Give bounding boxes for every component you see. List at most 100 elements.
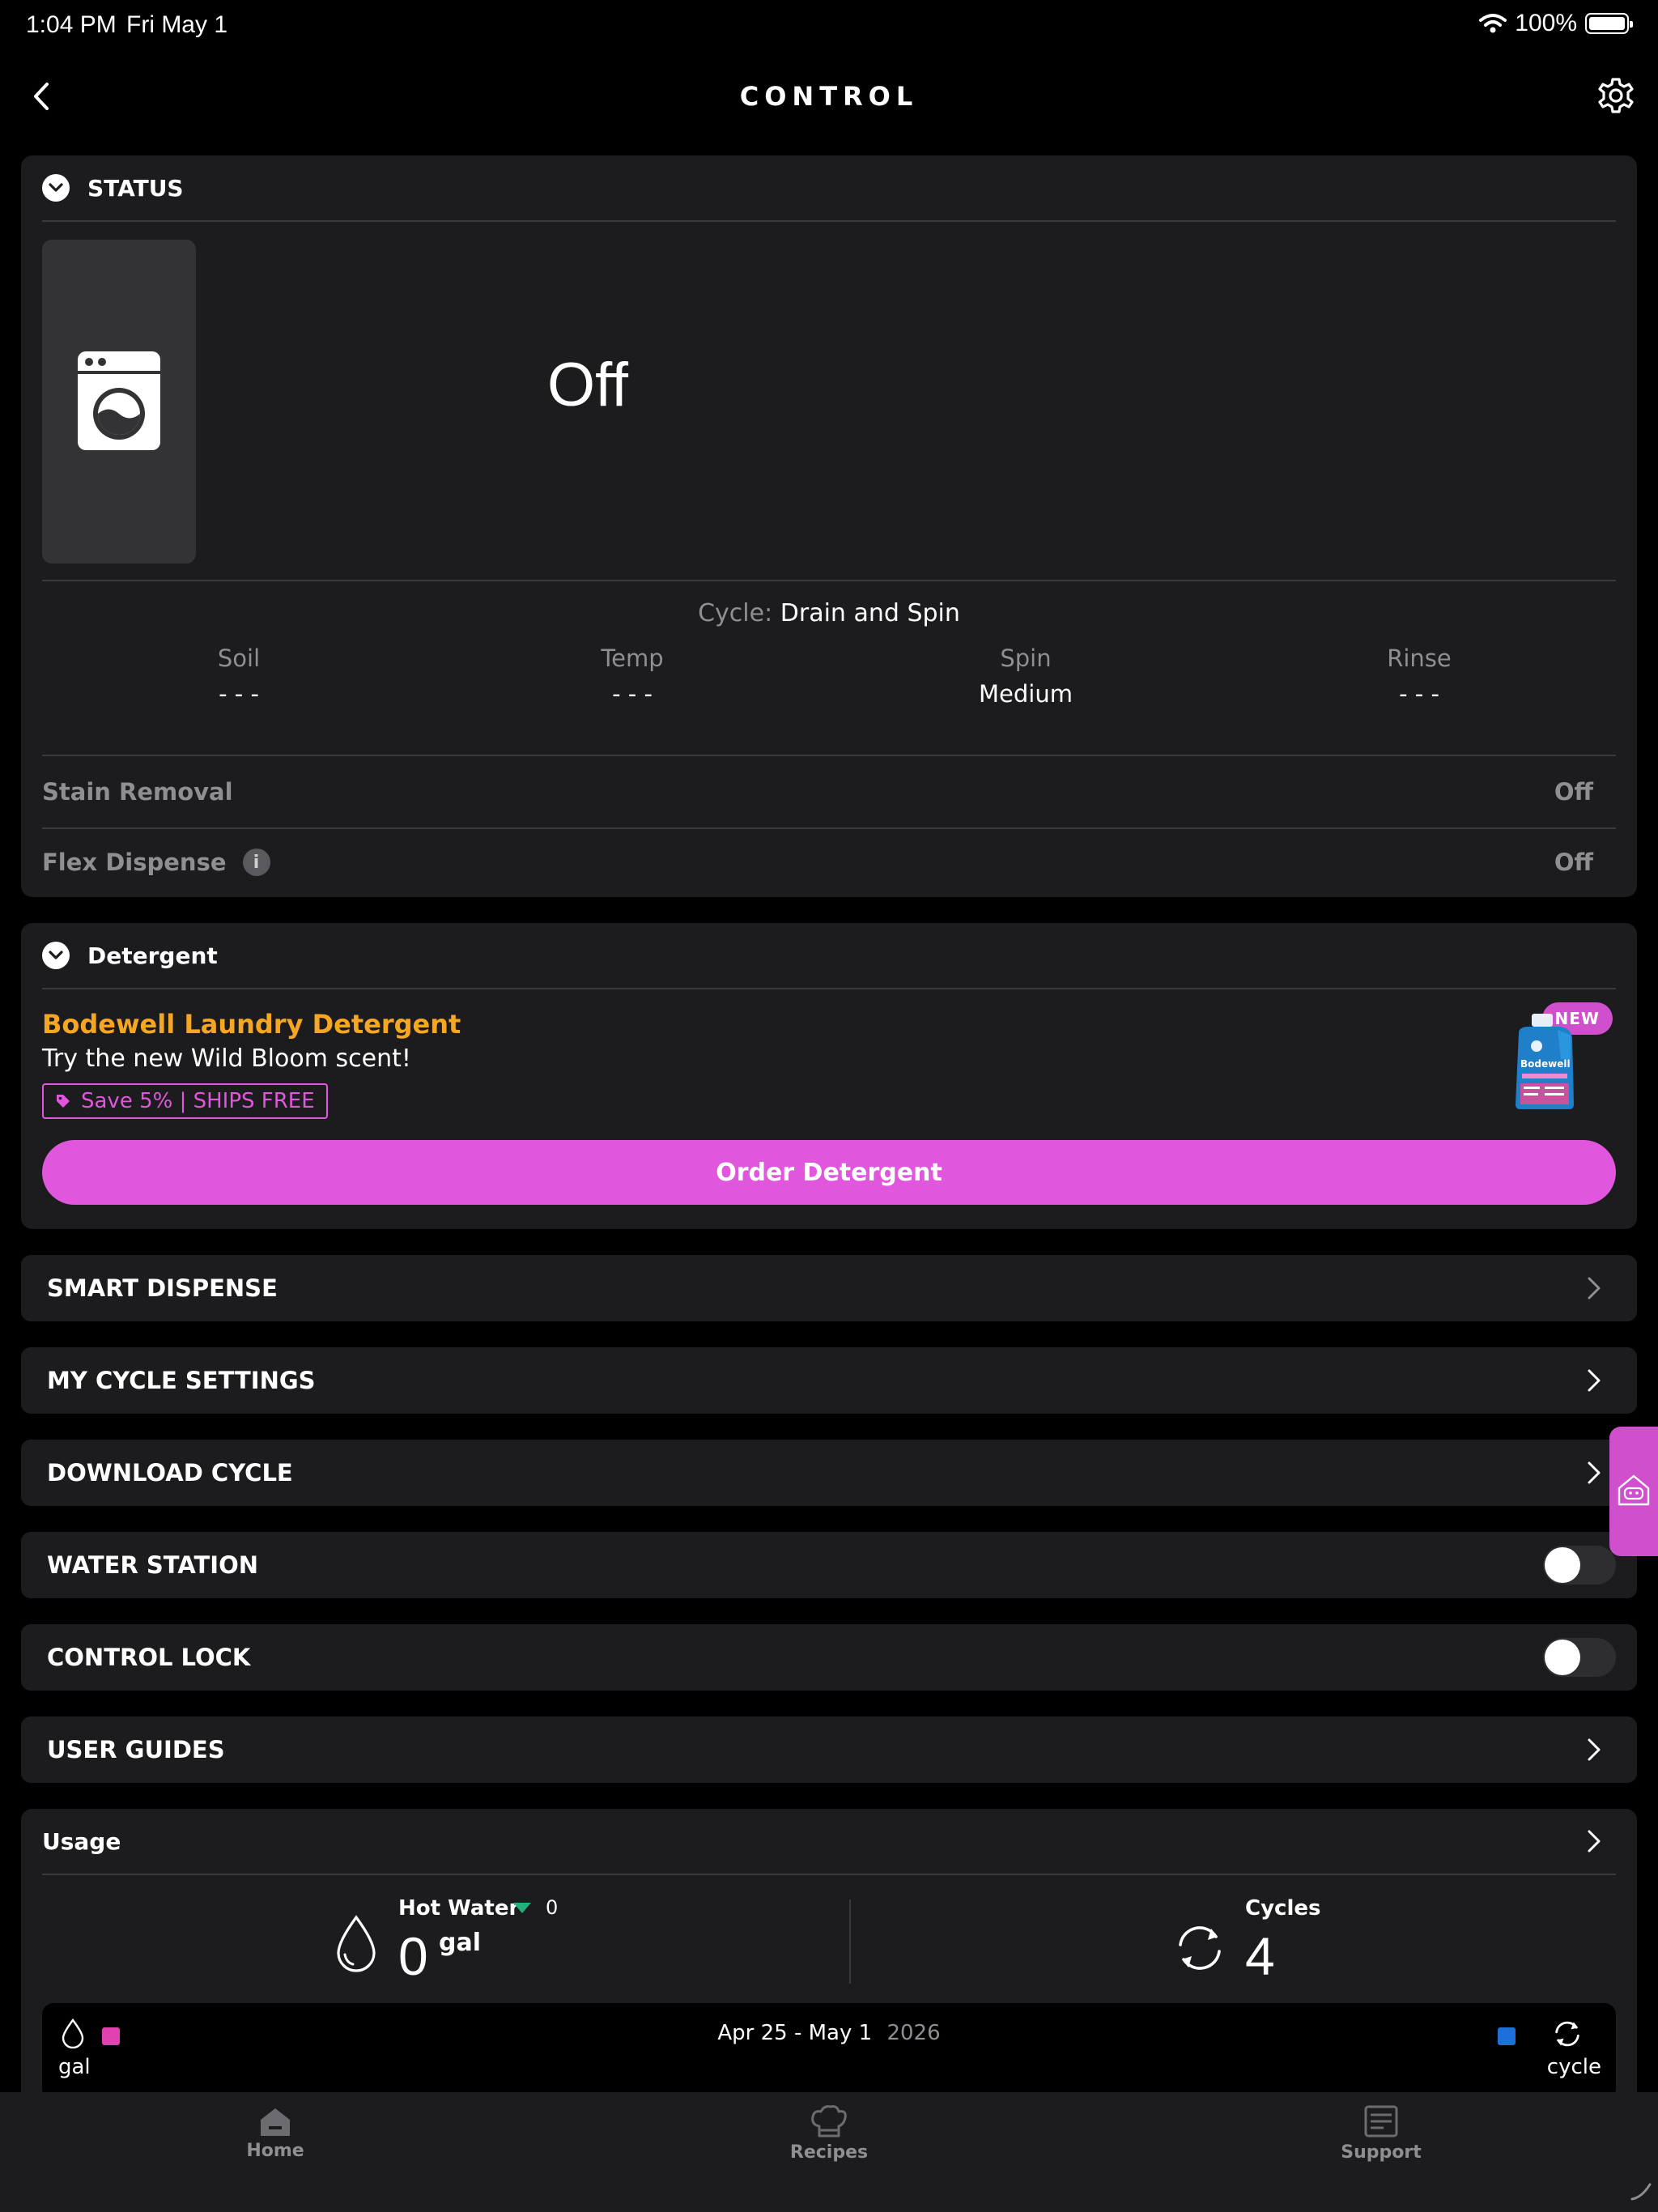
page-title: CONTROL (739, 81, 919, 112)
tab-recipes-label: Recipes (789, 2142, 869, 2163)
water-station-row: WATER STATION (21, 1532, 1637, 1598)
gear-icon[interactable] (1595, 74, 1637, 117)
tab-support-label: Support (1341, 2142, 1422, 2163)
metric-soil: Soil - - - (42, 644, 436, 708)
legend-swatch-cycles (1498, 2027, 1516, 2045)
metric-label: Soil (217, 644, 261, 672)
user-guides-label: USER GUIDES (47, 1736, 225, 1763)
resize-handle-icon[interactable] (1629, 2178, 1653, 2202)
flex-dispense-value: Off (1554, 849, 1593, 876)
detergent-card: Detergent Bodewell Laundry Detergent Try… (21, 923, 1637, 1229)
metric-temp: Temp - - - (436, 644, 829, 708)
cycle-prefix: Cycle: (698, 599, 773, 627)
chevron-right-icon (1588, 1830, 1601, 1853)
usage-stats: Hot Water 0 0 gal Cycles 4 (42, 1890, 1616, 2011)
metric-label: Rinse (1387, 644, 1452, 672)
stain-removal-value: Off (1554, 778, 1593, 806)
tab-support[interactable]: Support (1300, 2105, 1462, 2163)
chat-assistant-tab[interactable] (1609, 1427, 1658, 1556)
hot-water-unit: gal (439, 1929, 482, 1957)
stain-removal-row: Stain Removal Off (42, 756, 1616, 827)
smart-dispense-label: SMART DISPENSE (47, 1274, 278, 1302)
cycle-metrics: Soil - - - Temp - - - Spin Medium Rinse … (42, 644, 1616, 708)
detergent-bottle-image[interactable]: Bodewell (1512, 1014, 1577, 1111)
metric-label: Temp (601, 644, 664, 672)
status-date: Fri May 1 (126, 11, 228, 38)
hot-water-value: 0 (398, 1926, 428, 1986)
cycle-value: Drain and Spin (780, 599, 960, 627)
date-range-year: 2026 (886, 2021, 941, 2045)
metric-value: - - - (219, 680, 259, 708)
machine-state-text: Off (547, 351, 628, 419)
promo-tag-text: Save 5% | SHIPS FREE (81, 1089, 315, 1113)
metric-value: - - - (1399, 680, 1439, 708)
tab-recipes[interactable]: Recipes (748, 2105, 910, 2163)
my-cycle-settings-row[interactable]: MY CYCLE SETTINGS (21, 1347, 1637, 1414)
hot-water-change: 0 (546, 1896, 559, 1919)
battery-percent: 100% (1515, 10, 1577, 36)
cycles-value: 4 (1245, 1926, 1275, 1986)
chevron-right-icon (1588, 1738, 1601, 1761)
metric-spin: Spin Medium (829, 644, 1222, 708)
usage-card: Usage Hot Water 0 0 gal Cycles 4 gal Apr… (21, 1809, 1637, 2092)
battery-icon (1585, 13, 1633, 34)
water-drop-icon (337, 1915, 376, 1972)
support-document-icon (1364, 2105, 1398, 2138)
cycle-line: Cycle: Drain and Spin (21, 599, 1637, 627)
right-axis-unit: cycle (1546, 2055, 1601, 2079)
control-lock-row: CONTROL LOCK (21, 1624, 1637, 1691)
date-range-text: Apr 25 - May 1 (717, 2021, 873, 2045)
order-detergent-button[interactable]: Order Detergent (42, 1140, 1616, 1205)
control-lock-label: CONTROL LOCK (47, 1644, 251, 1671)
tab-home[interactable]: Home (194, 2105, 356, 2161)
usage-section-header[interactable]: Usage (42, 1809, 1616, 1875)
washer-icon (78, 351, 160, 450)
washer-image-tile (42, 240, 196, 564)
wifi-icon (1479, 14, 1507, 33)
metric-label: Spin (1000, 644, 1052, 672)
status-section-header[interactable]: STATUS (42, 155, 1616, 222)
trend-down-icon (513, 1903, 531, 1913)
smart-dispense-row[interactable]: SMART DISPENSE (21, 1255, 1637, 1321)
my-cycle-settings-label: MY CYCLE SETTINGS (47, 1367, 316, 1394)
left-axis-unit: gal (58, 2055, 91, 2079)
user-guides-row[interactable]: USER GUIDES (21, 1716, 1637, 1783)
chevron-down-icon[interactable] (42, 174, 70, 202)
cycles-label: Cycles (1245, 1896, 1321, 1921)
water-station-toggle[interactable] (1543, 1546, 1616, 1585)
toggle-knob (1545, 1547, 1580, 1583)
status-time: 1:04 PM (26, 11, 117, 38)
cycle-refresh-icon (1179, 1926, 1221, 1970)
usage-chart: gal Apr 25 - May 1 2026 cycle (42, 2003, 1616, 2092)
chat-home-icon (1618, 1474, 1650, 1506)
divider (42, 580, 1616, 581)
promo-tag: Save 5% | SHIPS FREE (42, 1083, 328, 1119)
detergent-brand: Bodewell Laundry Detergent (42, 1009, 461, 1040)
toggle-knob (1545, 1640, 1580, 1675)
detergent-section-label: Detergent (87, 942, 218, 969)
bottom-tab-bar: Home Recipes Support (0, 2092, 1658, 2212)
download-cycle-label: DOWNLOAD CYCLE (47, 1459, 293, 1487)
ios-status-bar: 1:04 PM Fri May 1 100% (0, 0, 1658, 52)
hot-water-label: Hot Water (398, 1896, 520, 1921)
chevron-down-icon[interactable] (42, 942, 70, 969)
home-icon (261, 2108, 290, 2136)
download-cycle-row[interactable]: DOWNLOAD CYCLE (21, 1440, 1637, 1506)
price-tag-icon (57, 1095, 70, 1108)
chevron-right-icon (1588, 1277, 1601, 1300)
status-card: STATUS Off Cycle: Drain and Spin Soil - … (21, 155, 1637, 897)
control-lock-toggle[interactable] (1543, 1638, 1616, 1677)
detergent-subtitle: Try the new Wild Bloom scent! (42, 1044, 411, 1073)
info-icon[interactable]: i (242, 849, 270, 876)
bottle-label: Bodewell (1520, 1058, 1571, 1070)
detergent-section-header[interactable]: Detergent (42, 923, 1616, 989)
flex-dispense-label: Flex Dispense (42, 849, 227, 876)
cycle-refresh-icon (1555, 2021, 1579, 2047)
flex-dispense-row: Flex Dispense i Off (42, 829, 1616, 895)
chevron-right-icon (1588, 1461, 1601, 1484)
chevron-right-icon (1588, 1369, 1601, 1392)
status-right-group: 100% (1479, 10, 1633, 37)
metric-value: Medium (979, 680, 1073, 708)
metric-value: - - - (612, 680, 653, 708)
stats-divider (849, 1899, 851, 1984)
